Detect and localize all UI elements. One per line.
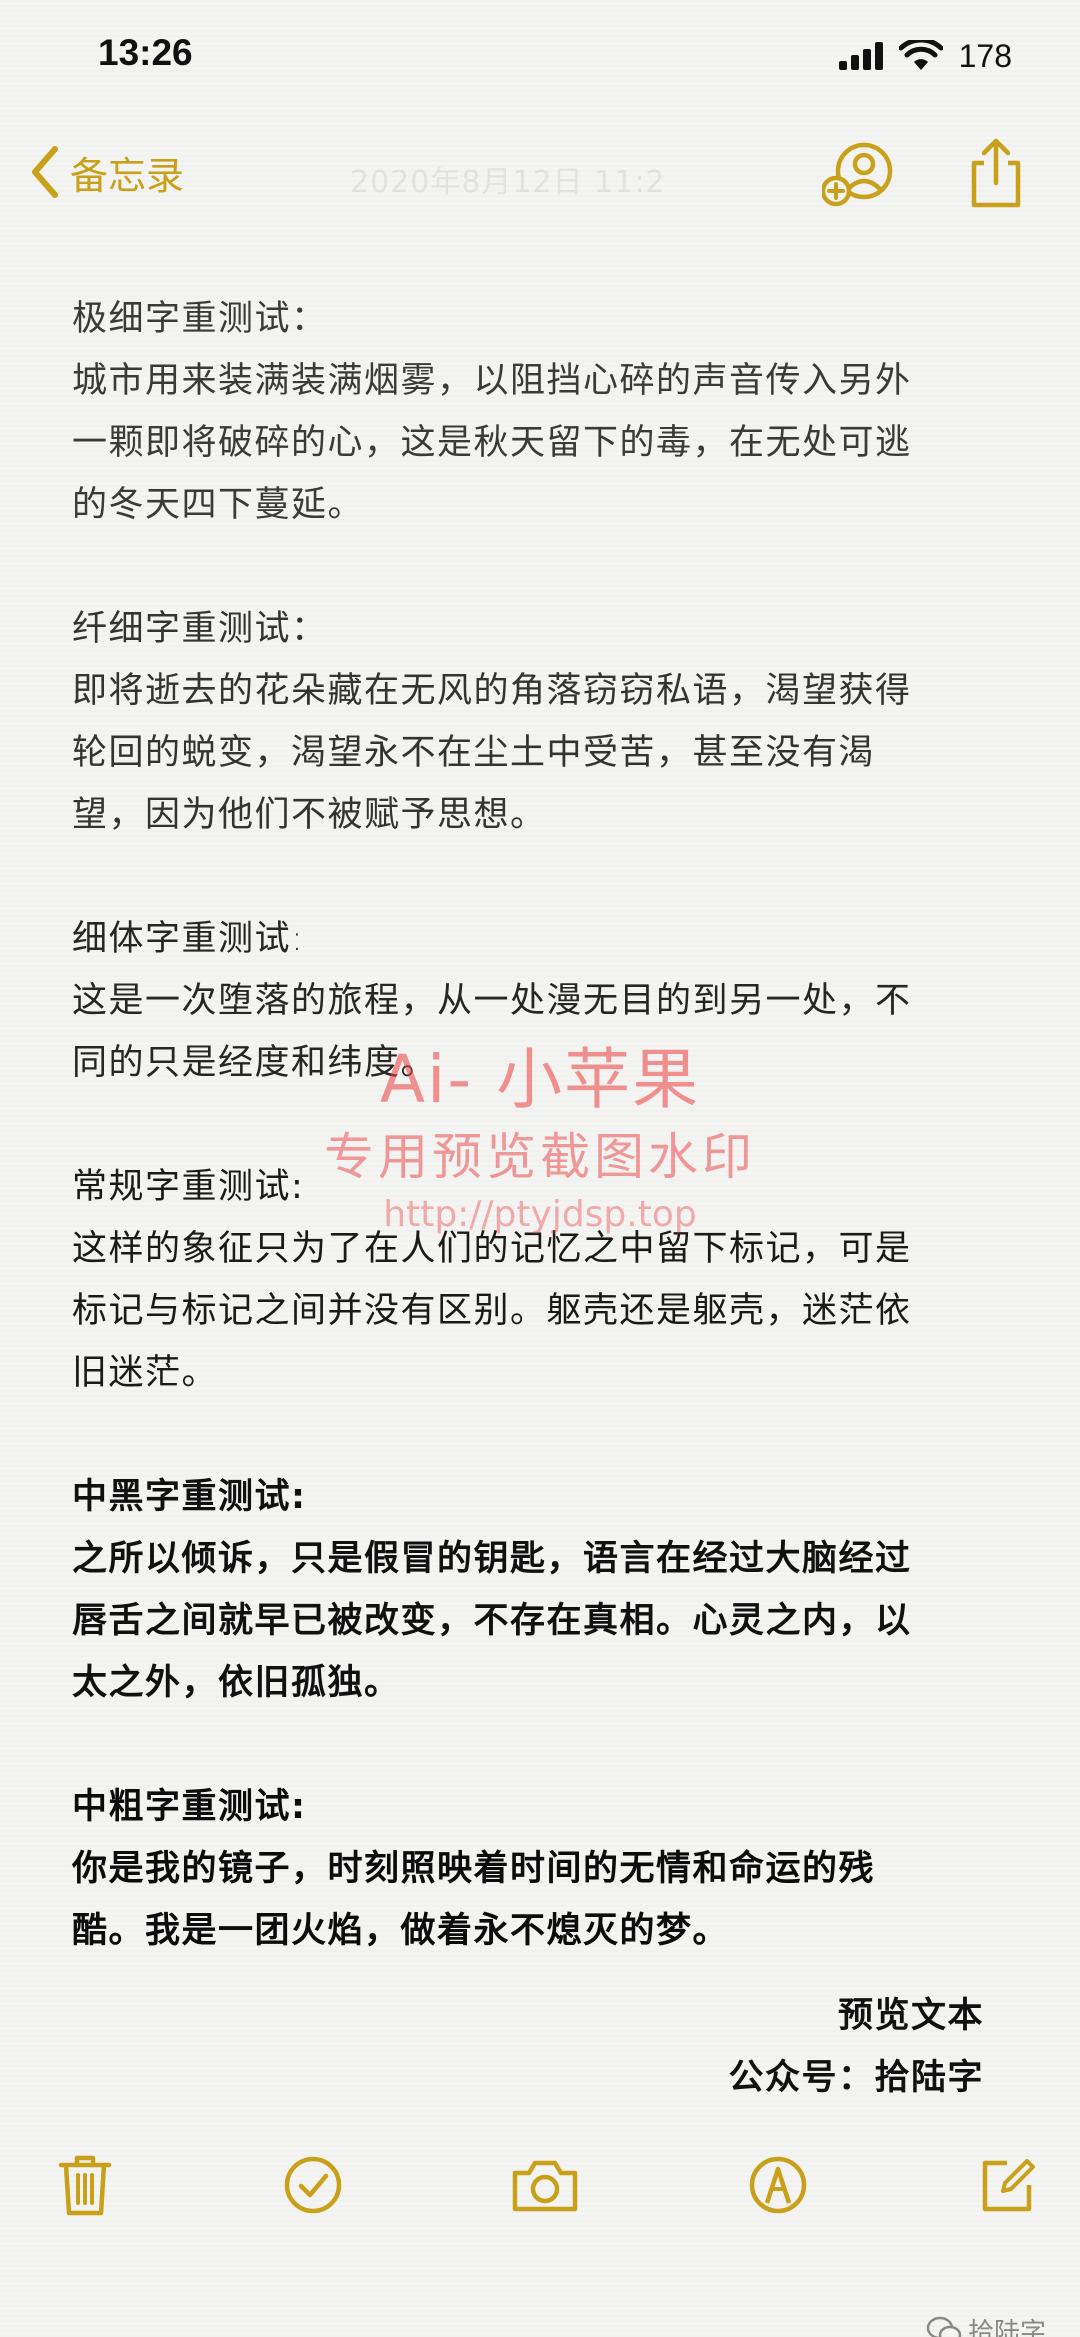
notes-screen: 13:26 178 备忘录 2020年8月12日 11:2 极细字重测试： 城市… <box>0 0 1080 2337</box>
section-line: 同的只是经度和纬度。 <box>72 1043 438 1083</box>
section-line: 轮回的蜕变，渴望永不在尘土中受苦，甚至没有渴 <box>72 733 876 773</box>
status-time: 13:26 <box>98 32 193 73</box>
section-line: 太之外，依旧孤独。 <box>72 1663 401 1703</box>
delete-button[interactable] <box>50 2150 120 2220</box>
markup-icon <box>749 2156 807 2214</box>
note-body[interactable]: 极细字重测试： 城市用来装满装满烟雾，以阻挡心碎的声音传入另外 一颗即将破碎的心… <box>72 288 1012 2024</box>
section-title: 中黑字重测试: <box>72 1477 307 1517</box>
back-label: 备忘录 <box>70 153 185 198</box>
section-line: 你是我的镜子，时刻照映着时间的无情和命运的残 <box>72 1849 876 1889</box>
add-person-icon <box>820 142 893 207</box>
note-section-ultralight: 极细字重测试： 城市用来装满装满烟雾，以阻挡心碎的声音传入另外 一颗即将破碎的心… <box>72 288 1012 536</box>
cellular-signal-icon <box>838 42 883 70</box>
section-line: 即将逝去的花朵藏在无风的角落窃窃私语，渴望获得 <box>72 671 912 711</box>
section-line: 城市用来装满装满烟雾，以阻挡心碎的声音传入另外 <box>72 361 912 401</box>
section-line: 望，因为他们不被赋予思想。 <box>72 795 547 835</box>
markup-button[interactable] <box>743 2150 813 2220</box>
section-line: 这是一次堕落的旅程，从一处漫无目的到另一处，不 <box>72 981 912 1021</box>
note-date: 2020年8月12日 11:2 <box>350 165 666 200</box>
battery-level: 178 <box>958 37 1012 74</box>
checklist-icon <box>284 2156 342 2214</box>
section-title: 极细字重测试： <box>72 299 328 339</box>
bottom-toolbar <box>0 2150 1080 2230</box>
section-line: 之所以倾诉，只是假冒的钥匙，语言在经过大脑经过 <box>72 1539 912 1579</box>
note-section-medium: 中黑字重测试: 之所以倾诉，只是假冒的钥匙，语言在经过大脑经过 唇舌之间就早已被… <box>72 1466 1012 1714</box>
wifi-icon <box>898 40 943 70</box>
share-button[interactable] <box>966 137 1026 209</box>
add-collaborator-button[interactable] <box>820 139 894 211</box>
section-title: 纤细字重测试： <box>72 609 328 649</box>
note-section-light: 细体字重测试: 这是一次堕落的旅程，从一处漫无目的到另一处，不 同的只是经度和纬… <box>72 908 1012 1094</box>
share-icon <box>971 138 1021 208</box>
section-line: 一颗即将破碎的心，这是秋天留下的毒，在无处可逃 <box>72 423 912 463</box>
chevron-left-icon <box>32 146 58 198</box>
section-line: 标记与标记之间并没有区别。躯壳还是躯壳，迷茫依 <box>72 1291 912 1331</box>
wechat-icon <box>926 2316 962 2337</box>
section-title: 常规字重测试: <box>72 1167 305 1207</box>
note-section-thin: 纤细字重测试： 即将逝去的花朵藏在无风的角落窃窃私语，渴望获得 轮回的蜕变，渴望… <box>72 598 1012 846</box>
back-button[interactable]: 备忘录 <box>30 137 184 207</box>
section-line: 的冬天四下蔓延。 <box>72 485 365 525</box>
status-indicators: 178 <box>838 36 1012 76</box>
camera-button[interactable] <box>510 2150 580 2220</box>
checklist-button[interactable] <box>278 2150 348 2220</box>
nav-bar: 备忘录 2020年8月12日 11:2 <box>0 125 1080 225</box>
signature-line: 预览文本 <box>837 1996 984 2036</box>
section-title: 中粗字重测试: <box>72 1787 307 1827</box>
footer-credit: 拾陆字 <box>926 2312 1046 2337</box>
note-section-semibold: 中粗字重测试: 你是我的镜子，时刻照映着时间的无情和命运的残 酷。我是一团火焰，… <box>72 1776 1012 1962</box>
trash-icon <box>58 2155 112 2216</box>
footer-credit-text: 拾陆字 <box>967 2318 1046 2337</box>
signature-line: 公众号：拾陆字 <box>728 2058 984 2098</box>
compose-button[interactable] <box>972 2150 1042 2220</box>
section-line: 这样的象征只为了在人们的记忆之中留下标记，可是 <box>72 1229 912 1269</box>
note-signature: 预览文本 公众号：拾陆字 <box>728 1985 984 2109</box>
note-section-regular: 常规字重测试: 这样的象征只为了在人们的记忆之中留下标记，可是 标记与标记之间并… <box>72 1156 1012 1404</box>
section-line: 唇舌之间就早已被改变，不存在真相。心灵之内，以 <box>72 1601 912 1641</box>
camera-icon <box>512 2160 578 2212</box>
compose-icon <box>982 2159 1035 2212</box>
section-title: 细体字重测试: <box>72 919 305 959</box>
status-bar: 13:26 178 <box>0 0 1080 110</box>
section-line: 酷。我是一团火焰，做着永不熄灭的梦。 <box>72 1911 730 1951</box>
section-line: 旧迷茫。 <box>72 1353 219 1393</box>
